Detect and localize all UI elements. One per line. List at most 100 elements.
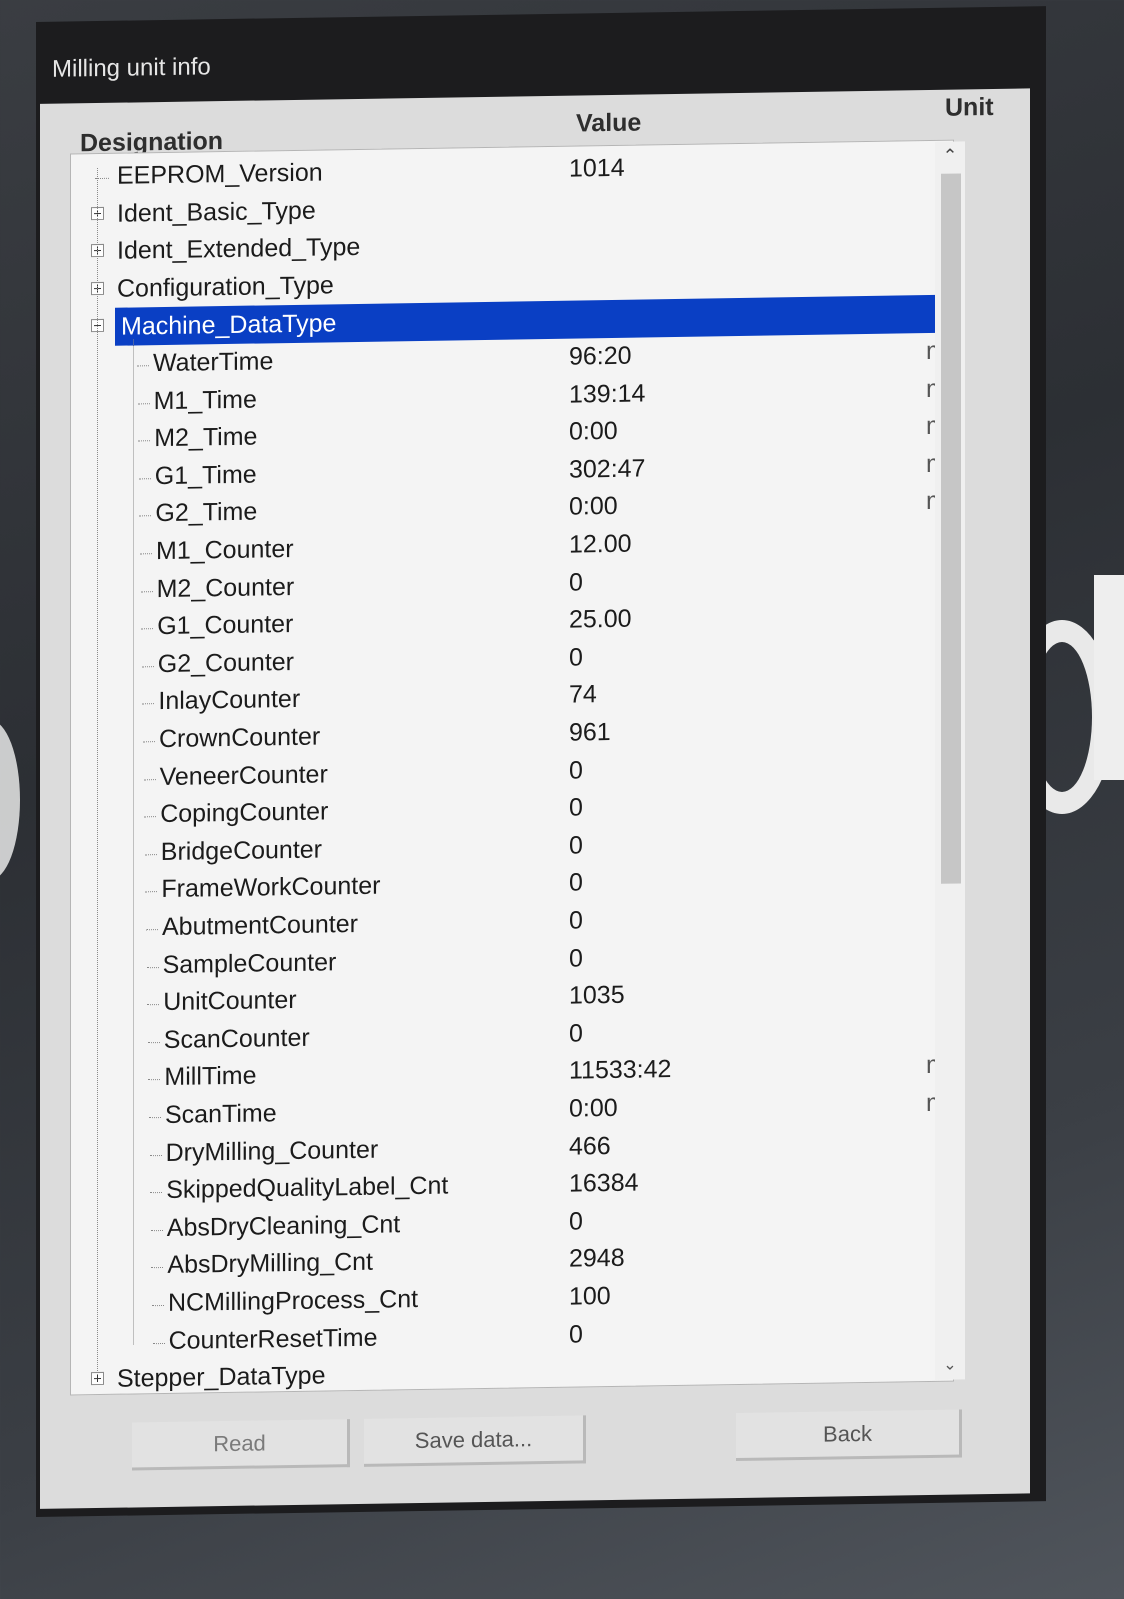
scroll-thumb[interactable]	[941, 173, 961, 884]
tree-item-label: Ident_Basic_Type	[117, 196, 316, 228]
title-bar[interactable]: Milling unit info	[36, 6, 1046, 94]
tree-item-value: 16384	[569, 1168, 639, 1198]
tree-connector-line	[139, 515, 152, 517]
tree-connector-line	[145, 891, 158, 893]
milling-unit-info-window: Milling unit info Designation Value Unit…	[36, 6, 1046, 1517]
tree-item-label: CounterResetTime	[168, 1323, 378, 1355]
save-data-button[interactable]: Save data...	[364, 1415, 586, 1467]
tree-item-value: 12.00	[569, 529, 632, 559]
tree-connector-line	[140, 553, 152, 555]
tree-item-value: 96:20	[569, 341, 632, 371]
tree-connector-line	[148, 1079, 161, 1081]
tree-item-value: 2948	[569, 1244, 625, 1274]
tree-item-value: 11533:42	[569, 1055, 672, 1086]
tree-item-label: BridgeCounter	[160, 835, 323, 866]
tree-item-value: 0:00	[569, 417, 618, 446]
tree-item-value: 0:00	[569, 1093, 618, 1123]
tree-connector-line	[149, 1117, 161, 1119]
tree-connector-line	[146, 966, 159, 968]
tree-item-value: 139:14	[569, 379, 646, 409]
tree-item-label: InlayCounter	[158, 685, 301, 716]
tree-connector-line	[152, 1304, 164, 1307]
column-header-value[interactable]: Value	[576, 108, 641, 138]
tree-connector-line	[137, 402, 150, 404]
tree-connector-line	[138, 440, 151, 442]
tree-item-label: FrameWorkCounter	[161, 871, 381, 904]
tree-connector-line	[151, 1267, 164, 1269]
tree-connector-line	[137, 365, 149, 367]
tree-item-label: AbsDryMilling_Cnt	[167, 1248, 374, 1280]
tree-connector-line	[150, 1192, 163, 1194]
tree-connector-line	[146, 929, 158, 931]
tree-item-label: G2_Time	[155, 497, 258, 528]
tree-item-label: G1_Counter	[157, 610, 294, 641]
tree-item-value: 74	[569, 680, 597, 710]
tree-connector-line	[147, 1041, 160, 1044]
scroll-down-arrow-icon[interactable]: ⌄	[935, 1349, 965, 1379]
tree-item-value: 0	[569, 831, 583, 860]
tree-connector-line	[141, 665, 154, 668]
tree-item-label: SampleCounter	[162, 947, 337, 979]
tree-item-value: 0	[569, 1207, 583, 1236]
tree-item-value: 0:00	[569, 492, 618, 522]
tree-item-label: Ident_Extended_Type	[117, 233, 361, 265]
tree-connector-line	[150, 1229, 163, 1231]
tree-item-label: SkippedQualityLabel_Cnt	[166, 1171, 449, 1205]
tree-item-value: 0	[569, 568, 583, 597]
tree-guide-line	[133, 339, 134, 1345]
tree-item-value: 0	[569, 906, 583, 935]
tree-connector-line	[147, 1004, 160, 1006]
tree-item-label: AbutmentCounter	[162, 909, 358, 942]
tree-item-value: 302:47	[569, 454, 646, 484]
tree-item-label: DryMilling_Counter	[165, 1135, 379, 1167]
tree-connector-line	[140, 590, 153, 592]
tree-item-value: 0	[569, 756, 583, 785]
tree-item-label: NCMillingProcess_Cnt	[168, 1284, 419, 1317]
tree-item-label: WaterTime	[153, 347, 274, 378]
tree-connector-line	[149, 1154, 162, 1156]
tree-item-label: ScanCounter	[163, 1023, 310, 1054]
back-button[interactable]: Back	[736, 1409, 962, 1462]
dialog-client-area: Designation Value Unit EEPROM_Version 101…	[40, 88, 1030, 1509]
tree-item-label: M2_Counter	[156, 572, 295, 603]
tree-item-value: 0	[569, 793, 583, 822]
tree-item-label: M1_Counter	[156, 534, 294, 566]
window-title: Milling unit info	[52, 53, 211, 83]
tree-item-label: EEPROM_Version	[117, 158, 323, 190]
tree-item-label: UnitCounter	[163, 986, 297, 1017]
tree-item-value: 1035	[569, 980, 625, 1010]
tree-item-label: Configuration_Type	[117, 271, 334, 303]
tree-item-value: 961	[569, 717, 611, 747]
background-logo-bar	[1094, 575, 1124, 780]
tree-connector-line	[143, 778, 156, 780]
tree-item-label: MillTime	[164, 1061, 257, 1092]
scroll-up-arrow-icon[interactable]: ⌃	[935, 141, 965, 171]
tree-item-value: 0	[569, 643, 583, 672]
tree-item-value: 0	[569, 1019, 583, 1048]
tree-connector-line	[144, 816, 157, 818]
tree-connector-line	[142, 703, 155, 705]
tree-connector-line	[143, 741, 155, 743]
tree-item-value: 0	[569, 1320, 583, 1349]
tree-item-label: G2_Counter	[157, 647, 294, 678]
tree-connector-line	[152, 1342, 165, 1344]
tree-item-value: 25.00	[569, 604, 632, 634]
tree-connector-line	[144, 853, 157, 856]
tree-item-label: G1_Time	[154, 460, 257, 490]
vertical-scrollbar[interactable]: ⌃ ⌄	[935, 141, 965, 1380]
tree-item-label: ScanTime	[165, 1099, 277, 1129]
tree-view[interactable]: EEPROM_Version 1014 Ident_Basic_Type Ident_…	[70, 139, 954, 1396]
tree-item-value: 0	[569, 868, 583, 898]
tree-item-label: CopingCounter	[160, 797, 329, 829]
tree-item-value: 1014	[569, 153, 625, 183]
screen-glare	[0, 720, 20, 880]
tree-item-value: 0	[569, 944, 583, 973]
tree-connector-line	[138, 477, 151, 480]
tree-item-label: M2_Time	[154, 422, 258, 453]
tree-item-label: M1_Time	[153, 385, 257, 415]
tree-item-label: CrownCounter	[159, 722, 321, 754]
tree-item-value: 100	[569, 1281, 611, 1311]
tree-item-value: 466	[569, 1131, 611, 1161]
read-button[interactable]: Read	[132, 1419, 350, 1471]
column-header-unit[interactable]: Unit	[945, 93, 994, 123]
